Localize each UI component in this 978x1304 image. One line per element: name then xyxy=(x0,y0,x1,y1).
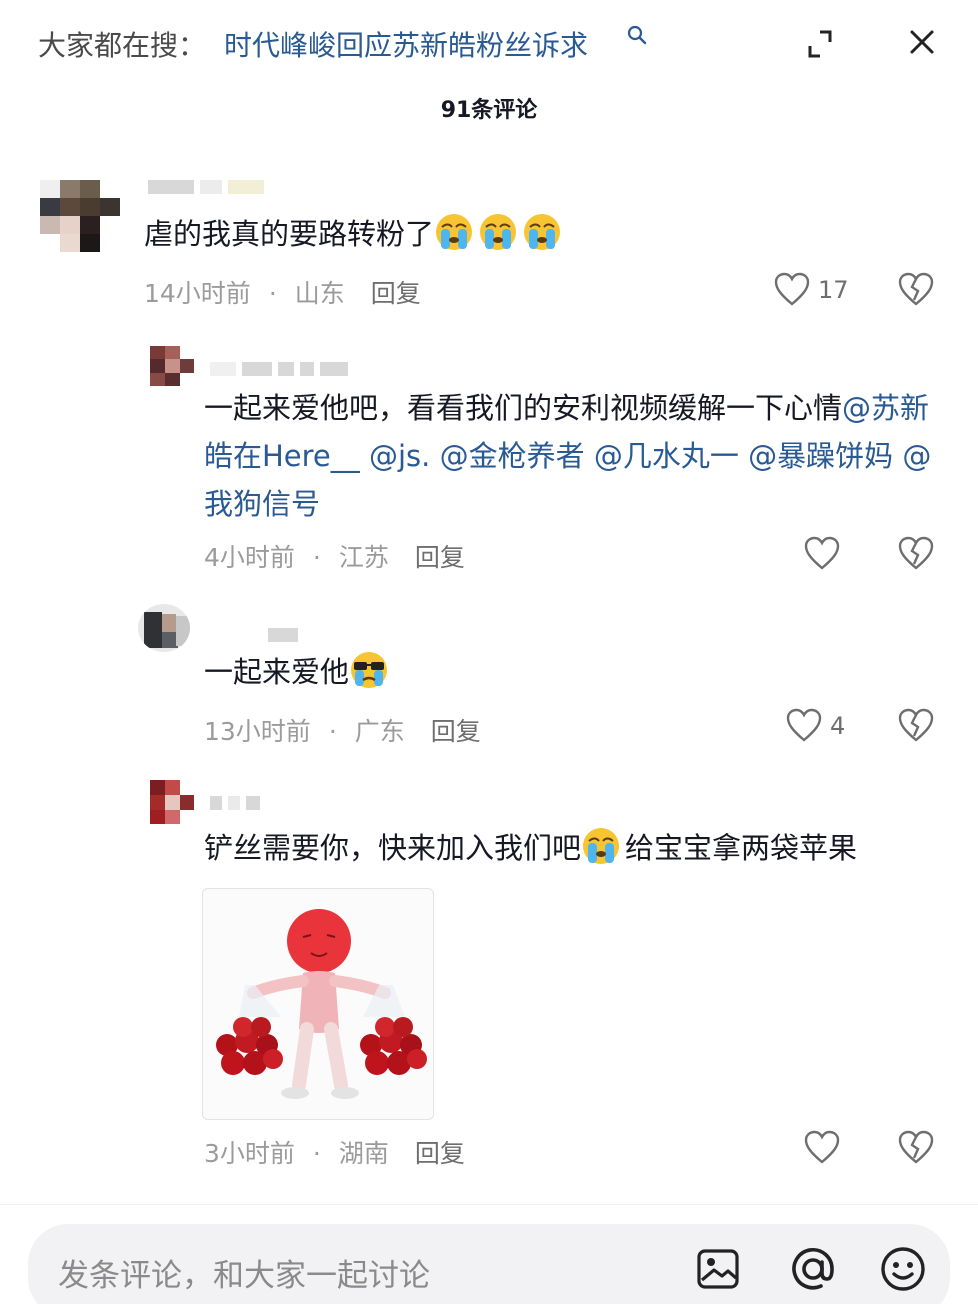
comment-text: 一起来爱他吧，看看我们的安利视频缓解一下心情@苏新皓在Here__ @js. @… xyxy=(204,391,932,521)
mention-link[interactable]: @金枪养者 xyxy=(440,439,585,473)
avatar[interactable] xyxy=(40,180,120,252)
comment-text: 虐的我真的要路转粉了 xyxy=(144,210,566,258)
cool-crying-emoji-icon xyxy=(351,652,388,688)
crying-emoji-icon xyxy=(583,828,620,864)
heart-icon[interactable] xyxy=(802,534,842,574)
comment-meta: 4小时前 · 江苏 回复 xyxy=(204,543,465,572)
username-blurred[interactable] xyxy=(268,628,304,644)
avatar[interactable] xyxy=(150,780,194,824)
close-icon[interactable] xyxy=(902,24,942,64)
comment-meta: 14小时前 · 山东 回复 xyxy=(144,279,421,308)
hot-search-prefix: 大家都在搜： xyxy=(38,29,207,62)
emoji-icon[interactable] xyxy=(878,1244,928,1294)
reply-button[interactable]: 回复 xyxy=(431,717,481,746)
comment-input[interactable]: 发条评论，和大家一起讨论 xyxy=(58,1250,430,1295)
at-icon[interactable] xyxy=(788,1244,838,1294)
comment-text: 铲丝需要你，快来加入我们吧 给宝宝拿两袋苹果 xyxy=(204,824,857,872)
broken-heart-icon[interactable] xyxy=(896,1128,936,1168)
comment-time: 3小时前 xyxy=(204,1139,295,1168)
username-blurred[interactable] xyxy=(148,180,270,196)
username-blurred[interactable] xyxy=(210,796,266,812)
expand-icon[interactable] xyxy=(800,24,840,64)
like-count: 17 xyxy=(818,276,849,304)
username-blurred[interactable] xyxy=(210,362,354,378)
broken-heart-icon[interactable] xyxy=(896,270,936,310)
comment-time: 13小时前 xyxy=(204,717,311,746)
heart-icon[interactable] xyxy=(784,706,824,746)
hot-search-link[interactable]: 时代峰峻回应苏新皓粉丝诉求 xyxy=(224,24,588,64)
reply-button[interactable]: 回复 xyxy=(371,279,421,308)
heart-icon[interactable] xyxy=(772,270,812,310)
broken-heart-icon[interactable] xyxy=(896,534,936,574)
avatar[interactable] xyxy=(150,346,194,386)
mention-link[interactable]: @暴躁饼妈 xyxy=(748,439,893,473)
reply-button[interactable]: 回复 xyxy=(415,543,465,572)
stickman-apples-image xyxy=(216,909,427,1099)
comment-time: 14小时前 xyxy=(144,279,251,308)
comment-text: 一起来爱他 xyxy=(204,648,393,696)
comment-image[interactable] xyxy=(202,888,434,1120)
mention-link[interactable]: @js. xyxy=(369,439,430,473)
divider xyxy=(0,1204,978,1205)
comment-meta: 13小时前 · 广东 回复 xyxy=(204,717,481,746)
search-icon[interactable] xyxy=(626,24,648,46)
comment-count-title: 91条评论 xyxy=(440,98,538,123)
comment-location: 湖南 xyxy=(338,1139,389,1168)
comment-time: 4小时前 xyxy=(204,543,295,572)
mention-link[interactable]: @几水丸一 xyxy=(594,439,739,473)
comment-input-bar[interactable]: 发条评论，和大家一起讨论 xyxy=(28,1224,950,1304)
crying-emoji-icon xyxy=(524,214,561,250)
comment-location: 江苏 xyxy=(338,543,389,572)
image-icon[interactable] xyxy=(694,1244,744,1294)
hot-search-bar: 大家都在搜： 时代峰峻回应苏新皓粉丝诉求 xyxy=(0,0,978,84)
crying-emoji-icon xyxy=(436,214,473,250)
comment-meta: 3小时前 · 湖南 回复 xyxy=(204,1139,465,1168)
comment-location: 广东 xyxy=(354,717,405,746)
broken-heart-icon[interactable] xyxy=(896,706,936,746)
crying-emoji-icon xyxy=(480,214,517,250)
heart-icon[interactable] xyxy=(802,1128,842,1168)
avatar[interactable] xyxy=(138,604,190,652)
like-count: 4 xyxy=(830,712,846,740)
reply-button[interactable]: 回复 xyxy=(415,1139,465,1168)
comment-location: 山东 xyxy=(294,279,345,308)
